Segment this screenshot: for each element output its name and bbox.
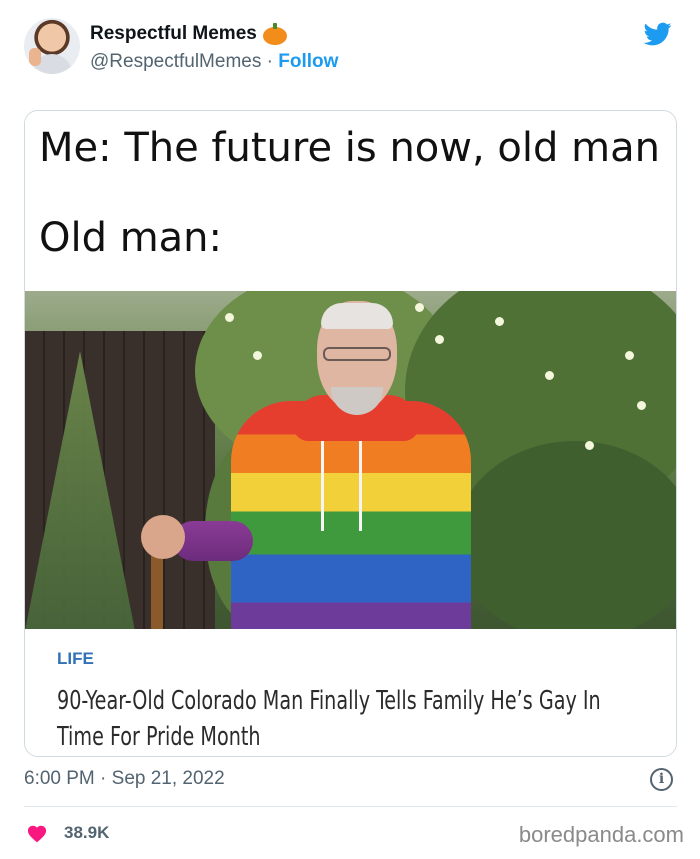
author-name-row: Respectful Memes <box>90 23 287 45</box>
author-handle[interactable]: @RespectfulMemes <box>90 51 261 72</box>
man-hair <box>321 303 393 329</box>
article-section-label: LIFE <box>57 649 94 668</box>
tweet-card: Respectful Memes @RespectfulMemes · Foll… <box>0 0 700 859</box>
tweet-timestamp[interactable]: 6:00 PM · Sep 21, 2022 <box>24 768 225 790</box>
man-hand <box>141 515 185 559</box>
like-count[interactable]: 38.9K <box>64 823 109 843</box>
follow-button[interactable]: Follow <box>278 51 338 72</box>
meme-text-panel: Me: The future is now, old man Old man: <box>25 111 676 291</box>
footer-divider <box>24 806 677 807</box>
heart-icon[interactable] <box>26 823 48 843</box>
author-avatar[interactable] <box>24 18 80 74</box>
hoodie-sleeve <box>173 521 253 561</box>
embedded-image[interactable]: Me: The future is now, old man Old man: <box>24 110 677 757</box>
article-caption: LIFE 90-Year-Old Colorado Man Finally Te… <box>25 629 676 756</box>
tweet-header: Respectful Memes @RespectfulMemes · Foll… <box>24 14 684 84</box>
pumpkin-emoji-icon <box>262 23 287 45</box>
author-handle-row: @RespectfulMemes · Follow <box>90 51 338 73</box>
article-photo <box>25 291 676 629</box>
watermark: boredpanda.com <box>518 822 684 847</box>
author-display-name[interactable]: Respectful Memes <box>90 23 257 45</box>
article-headline: 90-Year-Old Colorado Man Finally Tells F… <box>57 686 601 752</box>
meme-line-1: Me: The future is now, old man <box>39 125 660 171</box>
handle-separator: · <box>266 51 273 72</box>
twitter-bird-icon[interactable] <box>642 20 674 48</box>
meme-line-2: Old man: <box>39 215 223 261</box>
avatar-thumb <box>29 48 41 66</box>
man-glasses <box>323 347 391 361</box>
info-icon[interactable]: i <box>650 768 673 791</box>
